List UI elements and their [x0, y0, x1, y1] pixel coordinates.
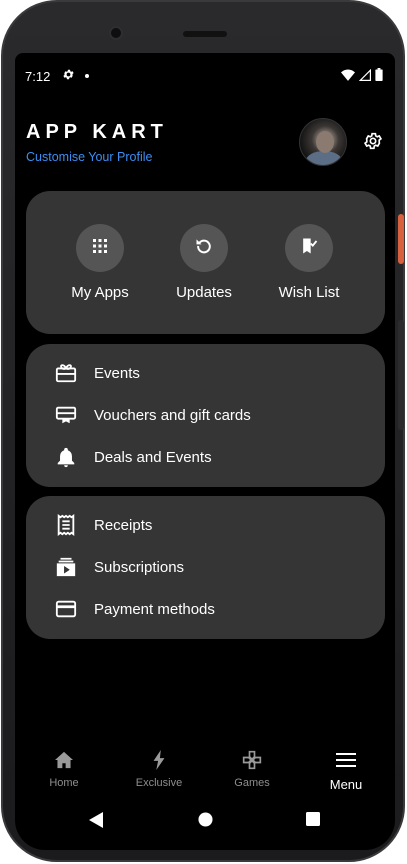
- bell-icon: [54, 445, 78, 469]
- status-bar: 7:12: [25, 68, 383, 84]
- notification-dot-icon: [85, 74, 90, 78]
- battery-icon: [375, 68, 383, 84]
- payment-methods-label: Payment methods: [94, 600, 215, 618]
- gift-icon: [54, 361, 78, 385]
- subscriptions-icon: [54, 555, 78, 579]
- lightning-icon: [152, 749, 166, 775]
- my-apps-circle: [76, 224, 124, 272]
- subscriptions-label: Subscriptions: [94, 558, 185, 576]
- payments-card: Receipts Subscriptions Payment methods: [26, 496, 385, 639]
- nav-games[interactable]: Games: [212, 750, 292, 789]
- wish-list-button[interactable]: Wish List: [257, 224, 361, 301]
- back-icon[interactable]: [89, 812, 103, 833]
- receipts-row[interactable]: Receipts: [54, 511, 152, 539]
- refresh-icon: [194, 236, 214, 261]
- vouchers-label: Vouchers and gift cards: [94, 406, 251, 424]
- wish-list-label: Wish List: [278, 284, 340, 301]
- power-button: [398, 214, 404, 264]
- nav-home[interactable]: Home: [24, 751, 104, 789]
- my-apps-label: My Apps: [71, 284, 129, 301]
- front-camera: [109, 26, 123, 40]
- nav-menu[interactable]: Menu: [306, 751, 386, 792]
- nav-exclusive-label: Exclusive: [135, 777, 183, 789]
- receipt-icon: [54, 513, 78, 537]
- customise-profile-link[interactable]: Customise Your Profile: [26, 150, 152, 164]
- events-row[interactable]: Events: [54, 359, 140, 387]
- home-icon: [54, 751, 74, 774]
- nav-menu-label: Menu: [329, 777, 363, 792]
- updates-button[interactable]: Updates: [152, 224, 256, 301]
- updates-circle: [180, 224, 228, 272]
- avatar-body: [306, 151, 342, 165]
- wish-list-circle: [285, 224, 333, 272]
- deals-label: Deals and Events: [94, 448, 212, 466]
- phone-frame: 7:12 APP KART Customise Your Profile My …: [1, 0, 405, 862]
- status-time: 7:12: [25, 68, 51, 84]
- apps-grid-icon: [92, 238, 108, 259]
- settings-status-icon: [62, 68, 75, 84]
- avatar[interactable]: [299, 118, 347, 166]
- home-circle-icon[interactable]: [198, 812, 213, 832]
- bookmark-check-icon: [299, 236, 319, 261]
- nav-games-label: Games: [234, 777, 270, 789]
- my-apps-button[interactable]: My Apps: [48, 224, 152, 301]
- recents-square-icon[interactable]: [306, 812, 320, 831]
- gamepad-icon: [242, 750, 262, 775]
- voucher-icon: [54, 403, 78, 427]
- settings-button[interactable]: [361, 131, 385, 155]
- offers-card: Events Vouchers and gift cards Deals and…: [26, 344, 385, 487]
- signal-icon: [358, 68, 371, 84]
- credit-card-icon: [54, 597, 78, 621]
- subscriptions-row[interactable]: Subscriptions: [54, 553, 184, 581]
- payment-methods-row[interactable]: Payment methods: [54, 595, 215, 623]
- nav-home-label: Home: [49, 777, 79, 789]
- nav-exclusive[interactable]: Exclusive: [119, 749, 199, 789]
- wifi-icon: [341, 68, 355, 84]
- deals-row[interactable]: Deals and Events: [54, 443, 212, 471]
- bottom-nav: Home Exclusive Games Menu: [15, 749, 395, 797]
- events-label: Events: [94, 364, 140, 382]
- volume-button: [398, 320, 404, 430]
- system-nav-bar: [15, 808, 395, 832]
- avatar-face: [316, 131, 334, 153]
- gear-icon: [363, 131, 383, 156]
- quick-actions-card: My Apps Updates Wish List: [26, 191, 385, 334]
- updates-label: Updates: [176, 284, 232, 301]
- earpiece-speaker: [183, 31, 227, 37]
- menu-icon: [336, 752, 356, 773]
- vouchers-row[interactable]: Vouchers and gift cards: [54, 401, 251, 429]
- screen: 7:12 APP KART Customise Your Profile My …: [15, 53, 395, 850]
- receipts-label: Receipts: [94, 516, 153, 534]
- app-title: APP KART: [26, 121, 168, 143]
